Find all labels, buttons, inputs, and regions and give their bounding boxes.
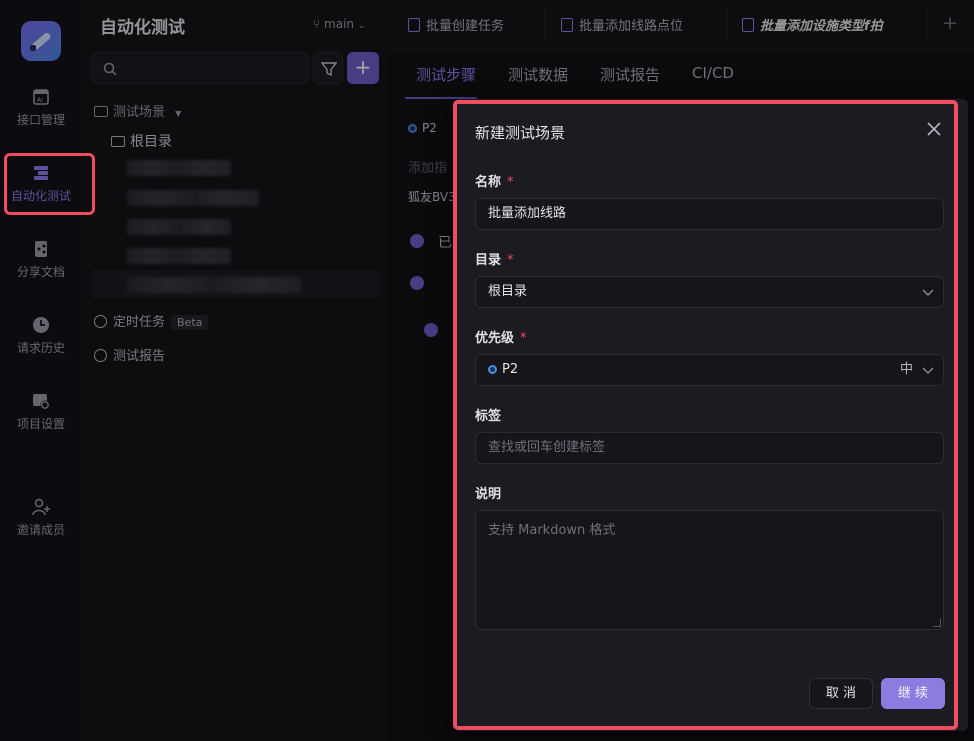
chevron-down-icon — [922, 289, 934, 296]
tags-label: 标签 — [475, 409, 502, 424]
desc-label: 说明 — [475, 487, 502, 502]
tags-input[interactable]: 查找或回车创建标签 — [475, 432, 944, 464]
modal-title: 新建测试场景 — [475, 124, 566, 142]
priority-select[interactable]: P2 中 — [475, 354, 944, 386]
continue-button[interactable]: 继 续 — [881, 678, 945, 709]
dir-label: 目录 * — [475, 253, 514, 268]
highlight-box-automation — [4, 153, 95, 215]
name-label: 名称 * — [475, 175, 514, 190]
desc-textarea[interactable]: 支持 Markdown 格式 — [475, 510, 944, 630]
priority-level: 中 — [899, 362, 913, 377]
cancel-button[interactable]: 取 消 — [809, 678, 873, 709]
name-field[interactable]: 批量添加线路 — [475, 198, 944, 230]
resize-handle[interactable] — [933, 619, 941, 627]
priority-dot — [488, 365, 497, 374]
priority-label: 优先级 * — [475, 331, 527, 346]
chevron-down-icon — [922, 367, 934, 374]
dir-select[interactable]: 根目录 — [475, 276, 944, 308]
close-icon[interactable] — [924, 119, 944, 139]
new-scene-modal: 新建测试场景 名称 * 批量添加线路 目录 * 根目录 优先级 * P2 中 标签 查… — [454, 99, 968, 731]
